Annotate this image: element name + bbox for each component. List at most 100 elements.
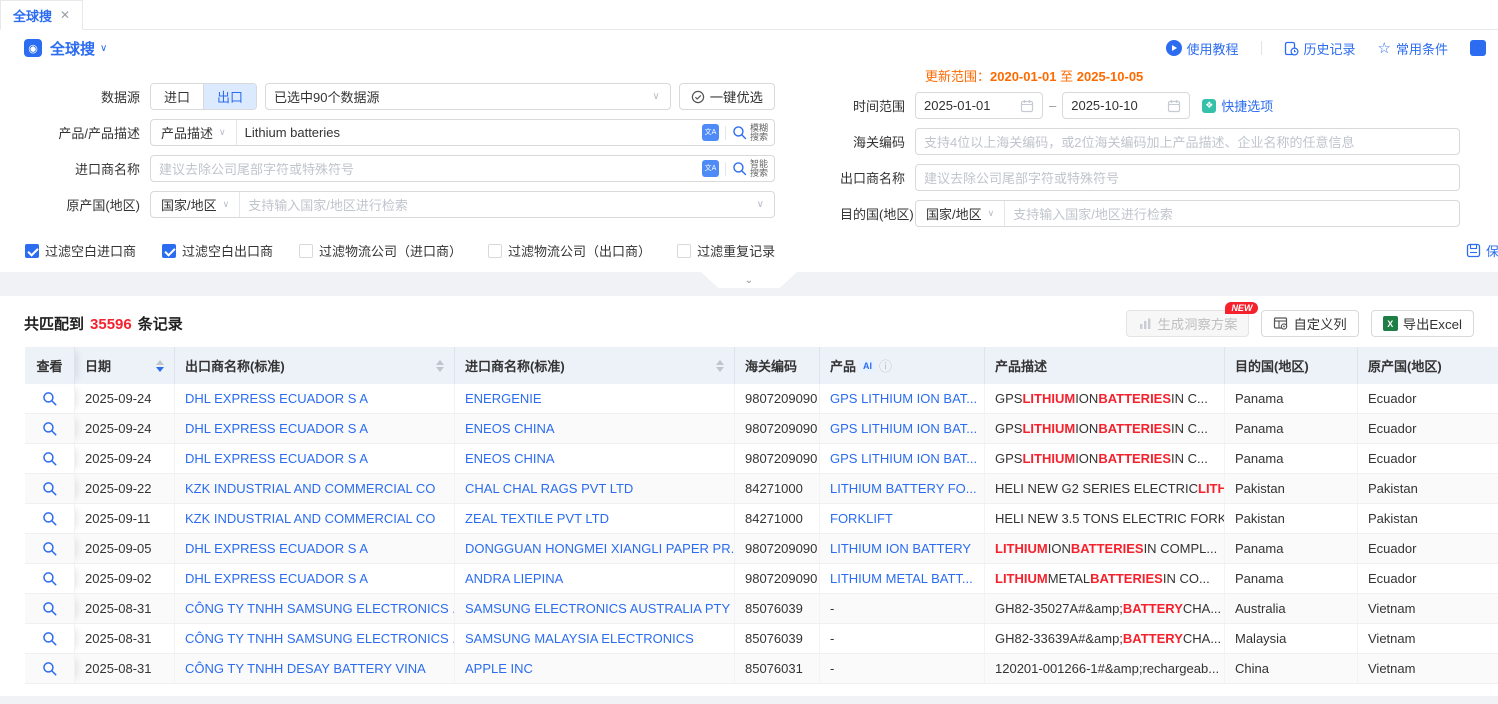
hscode-input[interactable]: 支持4位以上海关编码，或2位海关编码加上产品描述、企业名称的任意信息	[916, 129, 1459, 154]
history-link[interactable]: 历史记录	[1284, 39, 1356, 58]
col-header-description: 产品描述	[985, 347, 1225, 384]
view-record-icon[interactable]	[42, 421, 57, 436]
origin-cell: Vietnam	[1358, 594, 1498, 623]
importer-cell[interactable]: ANDRA LIEPINA	[455, 564, 735, 593]
export-toggle[interactable]: 出口	[204, 84, 256, 109]
customize-columns-button[interactable]: 自定义列	[1261, 310, 1358, 337]
results-panel: 共匹配到 35596 条记录 生成洞察方案 NEW	[0, 296, 1498, 696]
product-input[interactable]: Lithium batteries	[237, 120, 702, 145]
view-record-icon[interactable]	[42, 571, 57, 586]
view-record-icon[interactable]	[42, 601, 57, 616]
view-cell	[25, 444, 75, 473]
chevron-down-icon[interactable]: ∨	[100, 43, 107, 54]
date-to-input[interactable]: 2025-10-10	[1062, 92, 1190, 119]
table-row: 2025-08-31CÔNG TY TNHH SAMSUNG ELECTRONI…	[25, 594, 1498, 624]
importer-cell[interactable]: APPLE INC	[455, 654, 735, 683]
filter-logistics-importer[interactable]: 过滤物流公司（进口商）	[299, 241, 462, 260]
exporter-cell[interactable]: CÔNG TY TNHH SAMSUNG ELECTRONICS ...	[175, 624, 455, 653]
importer-cell[interactable]: SAMSUNG ELECTRONICS AUSTRALIA PTY	[455, 594, 735, 623]
exporter-cell[interactable]: DHL EXPRESS ECUADOR S A	[175, 384, 455, 413]
product-cell[interactable]: GPS LITHIUM ION BAT...	[820, 444, 985, 473]
exporter-row: 出口商名称 建议去除公司尾部字符或特殊符号	[840, 164, 1460, 191]
view-record-icon[interactable]	[42, 541, 57, 556]
view-cell	[25, 624, 75, 653]
exporter-cell[interactable]: DHL EXPRESS ECUADOR S A	[175, 444, 455, 473]
origin-cell: Ecuador	[1358, 384, 1498, 413]
translate-icon[interactable]: 文A	[702, 124, 719, 141]
quick-options-button[interactable]: ❖ 快捷选项	[1202, 96, 1273, 115]
col-header-exporter[interactable]: 出口商名称(标准)	[175, 347, 455, 384]
description-cell: LITHIUM METAL BATTERIES IN CO...	[985, 564, 1225, 593]
exporter-input[interactable]: 建议去除公司尾部字符或特殊符号	[916, 165, 1459, 190]
export-excel-button[interactable]: X 导出Excel	[1371, 310, 1474, 337]
view-cell	[25, 564, 75, 593]
date-cell: 2025-09-05	[75, 534, 175, 563]
view-record-icon[interactable]	[42, 661, 57, 676]
info-icon[interactable]: ⓘ	[879, 356, 892, 375]
product-cell[interactable]: LITHIUM METAL BATT...	[820, 564, 985, 593]
importer-cell[interactable]: ZEAL TEXTILE PVT LTD	[455, 504, 735, 533]
origin-type-select[interactable]: 国家/地区∨	[151, 192, 240, 217]
view-record-icon[interactable]	[42, 391, 57, 406]
checkbox-icon	[488, 244, 502, 258]
origin-input[interactable]: 支持输入国家/地区进行检索	[240, 192, 746, 217]
description-cell: GPS LITHIUM ION BATTERIES IN C...	[985, 414, 1225, 443]
importer-cell[interactable]: CHAL CHAL RAGS PVT LTD	[455, 474, 735, 503]
product-cell[interactable]: LITHIUM BATTERY FO...	[820, 474, 985, 503]
import-toggle[interactable]: 进口	[151, 84, 204, 109]
time-range-row: 时间范围 2025-01-01 – 2025-10-10	[840, 92, 1460, 119]
importer-cell[interactable]: DONGGUAN HONGMEI XIANGLI PAPER PR...	[455, 534, 735, 563]
product-cell[interactable]: GPS LITHIUM ION BAT...	[820, 384, 985, 413]
product-cell[interactable]: FORKLIFT	[820, 504, 985, 533]
exporter-cell[interactable]: DHL EXPRESS ECUADOR S A	[175, 564, 455, 593]
col-header-importer[interactable]: 进口商名称(标准)	[455, 347, 735, 384]
filter-duplicate-records[interactable]: 过滤重复记录	[677, 241, 775, 260]
view-record-icon[interactable]	[42, 511, 57, 526]
exporter-cell[interactable]: DHL EXPRESS ECUADOR S A	[175, 414, 455, 443]
saved-conditions-link[interactable]: ☆ 常用条件	[1378, 39, 1448, 58]
datasource-select[interactable]: 已选中90个数据源 ∨	[265, 83, 671, 110]
filter-blank-exporter[interactable]: 过滤空白出口商	[162, 241, 273, 260]
smart-search-button[interactable]: 智能 搜索	[732, 160, 768, 178]
view-record-icon[interactable]	[42, 631, 57, 646]
description-cell: 120201-001266-1#&amp;rechargeab...	[985, 654, 1225, 683]
tab-close-icon[interactable]: ✕	[60, 8, 70, 22]
importer-cell[interactable]: ENEOS CHINA	[455, 414, 735, 443]
translate-icon[interactable]: 文A	[702, 160, 719, 177]
results-table: 查看 日期 出口商名称(标准) 进口商名称(标准) 海关编码 产品 AI ⓘ 产…	[25, 347, 1498, 684]
product-type-select[interactable]: 产品描述∨	[151, 120, 237, 145]
product-cell[interactable]: LITHIUM ION BATTERY	[820, 534, 985, 563]
tab-global-search[interactable]: 全球搜 ✕	[0, 0, 83, 30]
collapse-panel-toggle[interactable]: ⌄	[701, 272, 797, 288]
hscode-cell: 9807209090	[735, 534, 820, 563]
view-record-icon[interactable]	[42, 451, 57, 466]
importer-input[interactable]: 建议去除公司尾部字符或特殊符号	[151, 156, 702, 181]
col-header-date[interactable]: 日期	[75, 347, 175, 384]
clipped-edge-icon[interactable]	[1470, 40, 1486, 56]
sort-toggle[interactable]	[430, 360, 444, 372]
destination-input[interactable]: 支持输入国家/地区进行检索	[1005, 201, 1459, 226]
filter-blank-importer[interactable]: 过滤空白进口商	[25, 241, 136, 260]
sort-toggle[interactable]	[710, 360, 724, 372]
sort-toggle[interactable]	[150, 360, 164, 372]
product-label: 产品/产品描述	[40, 123, 150, 142]
importer-cell[interactable]: ENERGENIE	[455, 384, 735, 413]
importer-cell[interactable]: SAMSUNG MALAYSIA ELECTRONICS	[455, 624, 735, 653]
exporter-cell[interactable]: KZK INDUSTRIAL AND COMMERCIAL CO	[175, 474, 455, 503]
exporter-cell[interactable]: CÔNG TY TNHH DESAY BATTERY VINA	[175, 654, 455, 683]
generate-insight-button[interactable]: 生成洞察方案 NEW	[1126, 310, 1249, 337]
importer-cell[interactable]: ENEOS CHINA	[455, 444, 735, 473]
date-from-input[interactable]: 2025-01-01	[915, 92, 1043, 119]
exporter-cell[interactable]: KZK INDUSTRIAL AND COMMERCIAL CO	[175, 504, 455, 533]
destination-type-select[interactable]: 国家/地区∨	[916, 201, 1005, 226]
one-click-optimize-button[interactable]: 一键优选	[679, 83, 775, 110]
tutorial-link[interactable]: 使用教程	[1166, 39, 1239, 58]
hscode-cell: 9807209090	[735, 384, 820, 413]
product-cell[interactable]: GPS LITHIUM ION BAT...	[820, 414, 985, 443]
save-button[interactable]: 保存	[1466, 241, 1498, 260]
fuzzy-search-button[interactable]: 模糊 搜索	[732, 124, 768, 142]
filter-logistics-exporter[interactable]: 过滤物流公司（出口商）	[488, 241, 651, 260]
exporter-cell[interactable]: CÔNG TY TNHH SAMSUNG ELECTRONICS ...	[175, 594, 455, 623]
exporter-cell[interactable]: DHL EXPRESS ECUADOR S A	[175, 534, 455, 563]
view-record-icon[interactable]	[42, 481, 57, 496]
